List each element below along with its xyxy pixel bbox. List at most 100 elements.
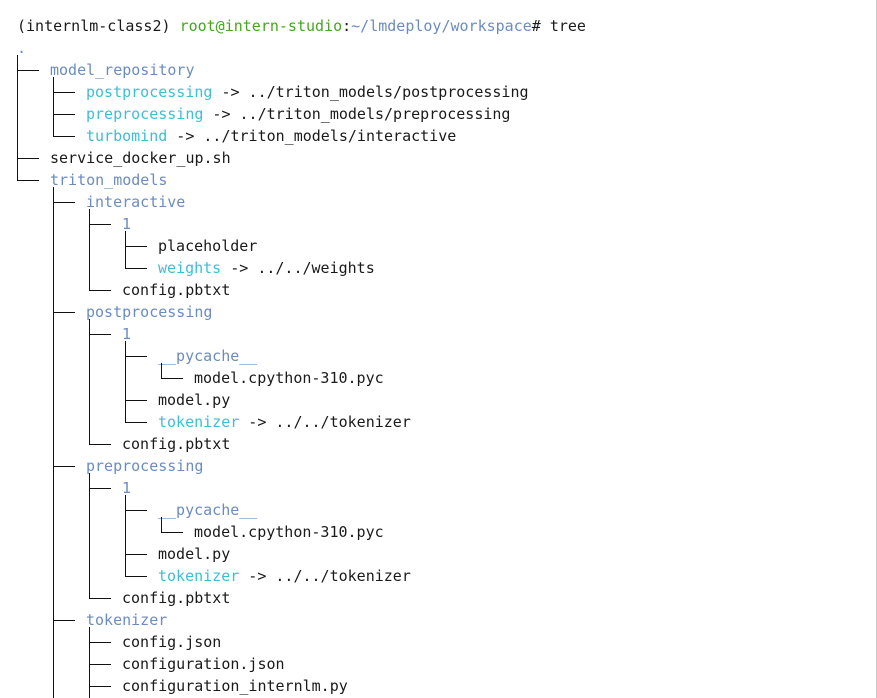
tree-entry: 1 [122,477,131,499]
tree-branch-connector [17,70,39,71]
symlink-name: postprocessing [86,83,213,101]
tree-entry: model.py [158,543,230,565]
tree-branch-connector [161,532,183,533]
symlink-name: turbomind [86,127,168,145]
tree-branch-connector [89,224,111,225]
tree-branch-connector [89,686,111,687]
conda-env: (internlm-class2) [17,17,180,35]
tree-branch-connector [17,180,39,181]
tree-branch-connector [89,642,111,643]
tree-vertical-guide [53,187,54,698]
tree-vertical-guide [17,55,18,181]
tree-branch-connector [17,158,39,159]
file-name: config.pbtxt [122,281,231,299]
tree-entry: __pycache__ [158,345,257,367]
directory-name: preprocessing [86,457,204,475]
tree-branch-connector [53,466,75,467]
symlink-name: weights [158,259,222,277]
tree-entry: 1 [122,323,131,345]
tree-entry: . [17,37,26,59]
tree-branch-connector [125,554,147,555]
tree-branch-connector [125,576,147,577]
tree-branch-connector [125,268,147,269]
tree-branch-connector [53,114,75,115]
directory-name: model_repository [50,61,195,79]
file-name: config.pbtxt [122,435,231,453]
tree-branch-connector [53,92,75,93]
symlink-target: -> ../triton_models/postprocessing [212,83,529,101]
tree-branch-connector [53,136,75,137]
symlink-target: -> ../../tokenizer [239,413,411,431]
tree-vertical-guide [89,319,90,445]
tree-entry: configuration.json [122,653,285,675]
command-text: tree [549,17,586,35]
directory-name: 1 [122,215,132,233]
file-name: configuration.json [122,655,285,673]
tree-branch-connector [125,422,147,423]
tree-branch-connector [89,334,111,335]
prompt-suffix: # [531,17,550,35]
tree-branch-connector [89,290,111,291]
tree-vertical-guide [161,517,162,533]
tree-entry: postprocessing [86,301,212,323]
user-host: root@intern-studio [179,17,343,35]
tree-entry: postprocessing -> ../triton_models/postp… [86,81,529,103]
symlink-target: -> ../triton_models/interactive [167,127,457,145]
symlink-name: preprocessing [86,105,204,123]
prompt-line: (internlm-class2) root@intern-studio:~/l… [17,15,586,37]
directory-name: interactive [86,193,186,211]
file-name: config.json [122,633,222,651]
tree-entry: model.py [158,389,230,411]
file-name: model.py [158,391,231,409]
tree-entry: triton_models [50,169,167,191]
file-name: model.py [158,545,231,563]
tree-branch-connector [125,510,147,511]
symlink-name: tokenizer [158,413,240,431]
tree-branch-connector [53,312,75,313]
tree-entry: model.cpython-310.pyc [194,521,384,543]
symlink-name: tokenizer [158,567,240,585]
tree-vertical-guide [89,627,90,698]
tree-vertical-guide [161,363,162,379]
file-name: model.cpython-310.pyc [194,523,384,541]
terminal-window[interactable]: (internlm-class2) root@intern-studio:~/l… [0,0,877,698]
directory-name: . [17,39,27,57]
tree-branch-connector [125,400,147,401]
tree-vertical-guide [53,77,54,137]
tree-entry: config.pbtxt [122,433,230,455]
symlink-target: -> ../../tokenizer [239,567,411,585]
tree-vertical-guide [125,341,126,423]
tree-entry: config.json [122,631,221,653]
tree-entry: 1 [122,213,131,235]
tree-entry: turbomind -> ../triton_models/interactiv… [86,125,456,147]
file-name: placeholder [158,237,258,255]
tree-branch-connector [89,598,111,599]
tree-vertical-guide [125,495,126,577]
directory-name: __pycache__ [158,347,258,365]
tree-entry: tokenizer [86,609,167,631]
tree-entry: service_docker_up.sh [50,147,231,169]
file-name: service_docker_up.sh [50,149,231,167]
tree-entry: preprocessing [86,455,203,477]
tree-branch-connector [89,444,111,445]
tree-entry: weights -> ../../weights [158,257,375,279]
tree-entry: interactive [86,191,185,213]
tree-entry: preprocessing -> ../triton_models/prepro… [86,103,510,125]
tree-entry: tokenizer -> ../../tokenizer [158,565,411,587]
symlink-target: -> ../triton_models/preprocessing [203,105,511,123]
tree-branch-connector [125,246,147,247]
tree-entry: model_repository [50,59,195,81]
file-name: configuration_internlm.py [122,677,348,695]
tree-branch-connector [125,356,147,357]
tree-vertical-guide [89,209,90,291]
directory-name: postprocessing [86,303,213,321]
directory-name: tokenizer [86,611,168,629]
tree-entry: model.cpython-310.pyc [194,367,384,389]
tree-branch-connector [53,620,75,621]
tree-branch-connector [89,488,111,489]
tree-entry: __pycache__ [158,499,257,521]
directory-name: triton_models [50,171,168,189]
directory-name: 1 [122,479,132,497]
prompt-colon: : [342,17,352,35]
directory-name: 1 [122,325,132,343]
